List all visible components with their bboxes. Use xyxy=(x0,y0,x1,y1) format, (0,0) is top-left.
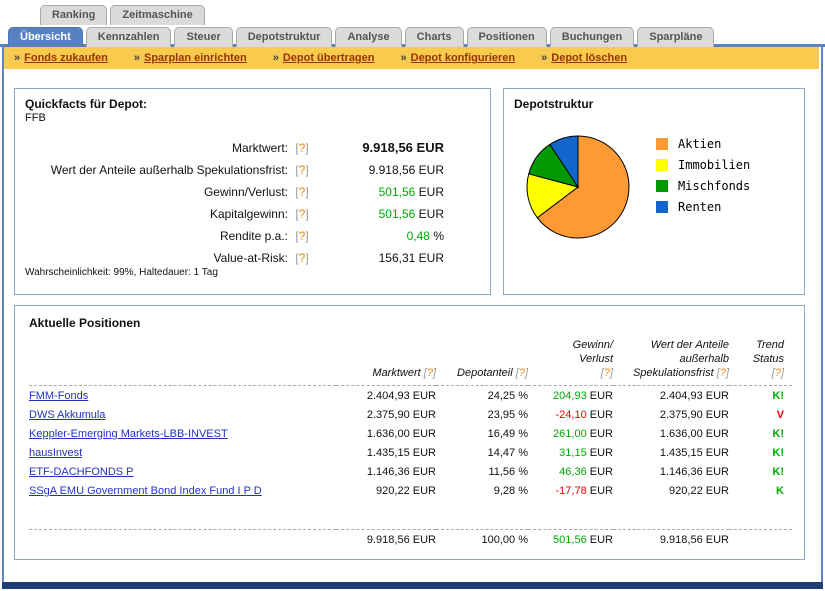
help-icon[interactable]: [?] xyxy=(295,185,308,199)
quickfacts-title: Quickfacts für Depot: xyxy=(25,97,480,111)
quickfact-label: Gewinn/Verlust: xyxy=(25,185,288,199)
help-icon[interactable]: [?] xyxy=(516,367,528,379)
quickfacts-panel: Quickfacts für Depot: FFB Marktwert: [?]… xyxy=(14,88,491,295)
positions-total-row: 9.918,56 EUR 100,00 % 501,56 EUR 9.918,5… xyxy=(29,530,792,550)
depot-structure-panel: Depotstruktur Aktien Immobilien Mischfon… xyxy=(503,88,805,295)
position-row: ETF-DACHFONDS P 1.146,36 EUR 11,56 % 46,… xyxy=(29,462,792,481)
help-icon[interactable]: [?] xyxy=(601,367,613,379)
header-trend-status: Trend Status [?] xyxy=(729,338,792,386)
pie-chart-wrap xyxy=(524,133,632,246)
help-icon[interactable]: [?] xyxy=(295,251,308,265)
tab-analyse[interactable]: Analyse xyxy=(335,27,401,47)
quickfact-label: Marktwert: xyxy=(25,141,288,155)
legend-swatch xyxy=(656,159,668,171)
position-row: Keppler-Emerging Markets-LBB-INVEST 1.63… xyxy=(29,424,792,443)
trend-status: K! xyxy=(772,428,784,440)
quickfact-value: 156,31 EUR xyxy=(316,251,444,265)
positions-panel: Aktuelle Positionen Marktwert [?] Depota… xyxy=(14,305,805,560)
depot-structure-pie-chart xyxy=(524,133,632,241)
quickfact-value: 0,48 % xyxy=(316,229,444,243)
header-depotanteil: Depotanteil [?] xyxy=(436,338,528,386)
help-icon[interactable]: [?] xyxy=(772,367,784,379)
depot-structure-title: Depotstruktur xyxy=(514,97,794,111)
quickfact-value: 501,56 EUR xyxy=(316,185,444,199)
help-icon[interactable]: [?] xyxy=(717,367,729,379)
spacer-row xyxy=(29,500,792,530)
tab-kennzahlen[interactable]: Kennzahlen xyxy=(86,27,172,47)
secondary-tab-bar: Ranking Zeitmaschine xyxy=(40,5,205,25)
fund-link[interactable]: DWS Akkumula xyxy=(29,409,105,421)
link-sparplan-einrichten[interactable]: »Sparplan einrichten xyxy=(134,52,247,64)
trend-status: K! xyxy=(772,447,784,459)
chevrons-icon: » xyxy=(401,52,407,64)
tab-ranking[interactable]: Ranking xyxy=(40,5,107,25)
quickfact-label: Value-at-Risk: Wahrscheinlichkeit: 99%, … xyxy=(25,251,288,278)
tab-steuer[interactable]: Steuer xyxy=(174,27,232,47)
position-row: FMM-Fonds 2.404,93 EUR 24,25 % 204,93 EU… xyxy=(29,386,792,406)
positions-title: Aktuelle Positionen xyxy=(29,316,790,330)
help-icon[interactable]: [?] xyxy=(295,163,308,177)
help-icon[interactable]: [?] xyxy=(295,229,308,243)
legend-swatch xyxy=(656,180,668,192)
tab-charts[interactable]: Charts xyxy=(405,27,464,47)
tab-buchungen[interactable]: Buchungen xyxy=(550,27,635,47)
positions-table: Marktwert [?] Depotanteil [?] Gewinn/ Ve… xyxy=(29,338,792,549)
quickfact-value: 9.918,56 EUR xyxy=(316,163,444,177)
tab-positionen[interactable]: Positionen xyxy=(467,27,547,47)
help-icon[interactable]: [?] xyxy=(295,141,308,155)
depot-overview-page: Ranking Zeitmaschine Übersicht Kennzahle… xyxy=(0,0,825,591)
position-row: DWS Akkumula 2.375,90 EUR 23,95 % -24,10… xyxy=(29,405,792,424)
action-toolbar: »Fonds zukaufen »Sparplan einrichten »De… xyxy=(4,47,819,69)
position-row: hausInvest 1.435,15 EUR 14,47 % 31,15 EU… xyxy=(29,443,792,462)
link-depot-loeschen[interactable]: »Depot löschen xyxy=(541,52,627,64)
legend-swatch xyxy=(656,138,668,150)
depot-name: FFB xyxy=(25,112,480,124)
tab-zeitmaschine[interactable]: Zeitmaschine xyxy=(110,5,204,25)
trend-status: V xyxy=(777,409,784,421)
trend-status: K! xyxy=(772,466,784,478)
trend-status: K xyxy=(776,485,784,497)
link-depot-uebertragen[interactable]: »Depot übertragen xyxy=(273,52,375,64)
chevrons-icon: » xyxy=(541,52,547,64)
fund-link[interactable]: Keppler-Emerging Markets-LBB-INVEST xyxy=(29,428,228,440)
pie-legend: Aktien Immobilien Mischfonds Renten xyxy=(656,137,750,221)
quickfact-label: Kapitalgewinn: xyxy=(25,207,288,221)
link-fonds-zukaufen[interactable]: »Fonds zukaufen xyxy=(14,52,108,64)
legend-swatch xyxy=(656,201,668,213)
header-marktwert: Marktwert [?] xyxy=(336,338,436,386)
tab-depotstruktur[interactable]: Depotstruktur xyxy=(236,27,333,47)
legend-item: Aktien xyxy=(656,137,750,151)
header-gewinn-verlust: Gewinn/ Verlust [?] xyxy=(528,338,613,386)
quickfacts-rows: Marktwert: [?] 9.918,56 EUR Wert der Ant… xyxy=(25,140,480,278)
help-icon[interactable]: [?] xyxy=(295,207,308,221)
legend-item: Renten xyxy=(656,200,750,214)
chevrons-icon: » xyxy=(134,52,140,64)
fund-link[interactable]: FMM-Fonds xyxy=(29,390,88,402)
positions-header-row: Marktwert [?] Depotanteil [?] Gewinn/ Ve… xyxy=(29,338,792,386)
link-depot-konfigurieren[interactable]: »Depot konfigurieren xyxy=(401,52,516,64)
quickfact-label: Rendite p.a.: xyxy=(25,229,288,243)
legend-item: Immobilien xyxy=(656,158,750,172)
legend-item: Mischfonds xyxy=(656,179,750,193)
chevrons-icon: » xyxy=(273,52,279,64)
position-row: SSgA EMU Government Bond Index Fund I P … xyxy=(29,481,792,500)
header-name xyxy=(29,338,336,386)
help-icon[interactable]: [?] xyxy=(424,367,436,379)
value-at-risk-note: Wahrscheinlichkeit: 99%, Haltedauer: 1 T… xyxy=(25,267,288,278)
chevrons-icon: » xyxy=(14,52,20,64)
fund-link[interactable]: SSgA EMU Government Bond Index Fund I P … xyxy=(29,485,262,497)
quickfact-value: 501,56 EUR xyxy=(316,207,444,221)
quickfact-value: 9.918,56 EUR xyxy=(316,140,444,155)
quickfact-label: Wert der Anteile außerhalb Spekulationsf… xyxy=(25,163,288,177)
header-wert-anteile: Wert der Anteile außerhalb Spekulationsf… xyxy=(613,338,729,386)
fund-link[interactable]: ETF-DACHFONDS P xyxy=(29,466,134,478)
tab-sparplaene[interactable]: Sparpläne xyxy=(637,27,714,47)
bottom-bar xyxy=(2,582,823,589)
tab-uebersicht[interactable]: Übersicht xyxy=(8,27,83,47)
fund-link[interactable]: hausInvest xyxy=(29,447,82,459)
main-tab-bar: Übersicht Kennzahlen Steuer Depotstruktu… xyxy=(8,27,714,47)
trend-status: K! xyxy=(772,390,784,402)
